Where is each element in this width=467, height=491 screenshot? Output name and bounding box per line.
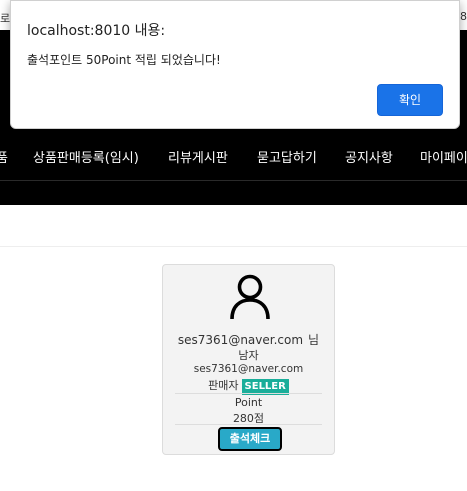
profile-email-line: ses7361@naver.com 님 [163,331,334,348]
nav-item-notice[interactable]: 공지사항 [345,148,393,170]
user-icon [230,274,270,320]
point-label: Point [234,396,263,409]
content-divider [0,246,467,247]
nav-item-review-board[interactable]: 리뷰게시판 [168,148,228,170]
nav-item-mypage[interactable]: 마이페이 [420,148,467,170]
card-divider [175,424,322,425]
alert-dialog: localhost:8010 내용: 출석포인트 50Point 적립 되었습니… [10,0,460,129]
nav-item-product-register[interactable]: 상품판매등록(임시) [33,148,139,170]
profile-email-sub: ses7361@naver.com [193,363,304,375]
attendance-check-button[interactable]: 출석체크 [218,427,282,451]
profile-email: ses7361@naver.com [177,333,304,347]
profile-role-label: 판매자 [208,379,239,392]
navbar-divider [0,180,467,181]
page-top-text-left: 로 [0,12,11,25]
profile-card: ses7361@naver.com 님 남자 ses7361@naver.com … [162,264,335,455]
dialog-title: localhost:8010 내용: [27,23,166,39]
profile-gender: 남자 [238,349,259,362]
dialog-ok-button[interactable]: 확인 [377,84,443,116]
nav-menu: 품 상품판매등록(임시) 리뷰게시판 묻고답하기 공지사항 마이페이 [0,148,467,180]
dialog-message: 출석포인트 50Point 적립 되었습니다! [27,53,221,67]
nav-item-qna[interactable]: 묻고답하기 [257,148,317,170]
card-divider [175,393,322,394]
profile-honorific: 님 [308,333,320,347]
page-top-text-right: 8 [460,10,467,23]
nav-item-products[interactable]: 품 [0,148,8,170]
